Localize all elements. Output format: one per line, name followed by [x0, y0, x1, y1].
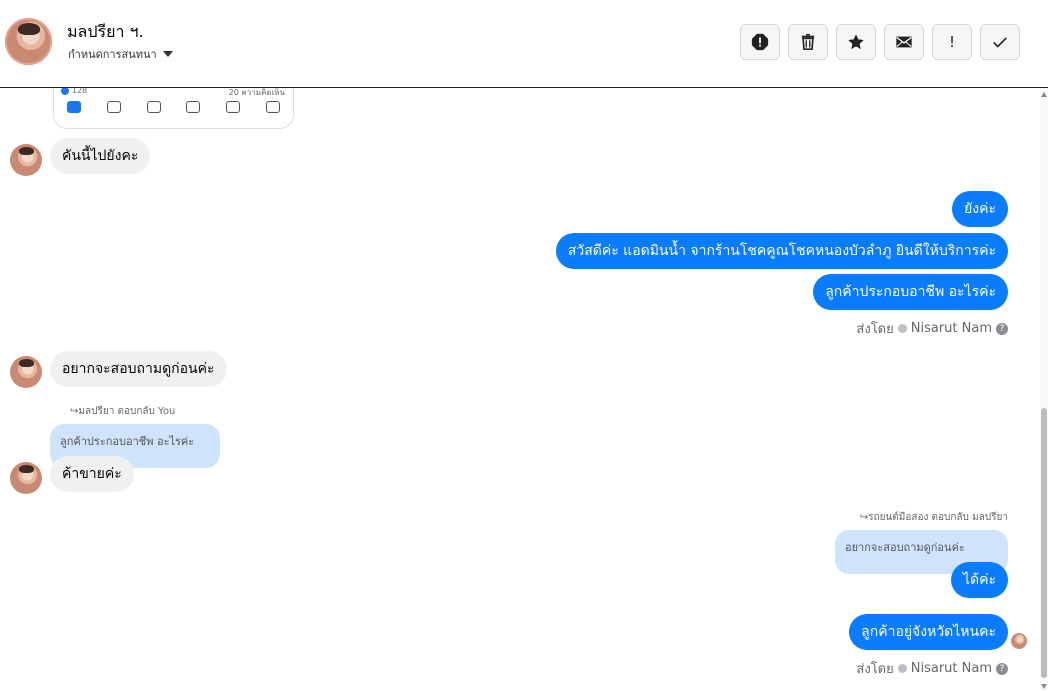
reply-note: ↪มลปรียา ตอบกลับ You [70, 406, 176, 417]
agent-name: Nisarut Nam [910, 661, 992, 676]
incoming-message[interactable]: คันนี้ไปยังคะ [50, 138, 151, 174]
bell-icon [226, 101, 241, 113]
scroll-up-arrow-icon[interactable] [1041, 92, 1047, 97]
help-icon[interactable]: ? [996, 322, 1008, 335]
like-icon [61, 88, 69, 95]
outgoing-message[interactable]: สวัสดีค่ะ แอดมินน้ำ จากร้านโชคคูณโชคหนอง… [555, 233, 1008, 269]
avatar [10, 144, 42, 176]
sent-by-text: ส่งโดย [856, 662, 894, 677]
agent-dot-icon [897, 664, 907, 673]
agent-dot-icon [897, 324, 907, 333]
reply-note-text: รถยนต์มือสอง ตอบกลับ มลปรียา [868, 512, 1008, 523]
avatar [10, 356, 42, 388]
schedule-label: กำหนดการสนทนา [68, 48, 157, 61]
incoming-message[interactable]: อยากจะสอบถามดูก่อนค่ะ [50, 351, 227, 387]
message-thread[interactable]: 128 20 ความคิดเห็น คันนี้ไปยังคะ ยังค่ะ … [0, 88, 1040, 691]
reply-note-text: มลปรียา ตอบกลับ You [78, 406, 176, 417]
exclamation-icon: ! [948, 33, 955, 51]
caret-down-icon [162, 51, 173, 57]
marketplace-icon [146, 101, 161, 113]
post-like-count: 128 [61, 88, 87, 95]
post-nav-bar [54, 101, 293, 113]
flag-button[interactable]: ! [932, 24, 972, 60]
conversation-header: มลปรียา ฯ. กำหนดการสนทนา ! [0, 0, 1048, 88]
incoming-message[interactable]: ค้าขายค่ะ [50, 456, 134, 492]
mark-done-button[interactable] [980, 24, 1020, 60]
scrollbar-thumb[interactable] [1041, 408, 1047, 678]
check-icon [993, 37, 1007, 48]
outgoing-message[interactable]: ลูกค้าประกอบอาชีพ อะไรค่ะ [813, 274, 1008, 310]
sent-by-text: ส่งโดย [856, 322, 894, 337]
like-count-label: 128 [72, 88, 88, 95]
trash-icon [801, 33, 815, 51]
mark-unread-button[interactable] [884, 24, 924, 60]
home-icon [66, 101, 81, 113]
post-comment-count: 20 ความคิดเห็น [228, 88, 285, 97]
outgoing-message[interactable]: ยังค่ะ [952, 191, 1008, 227]
star-button[interactable] [836, 24, 876, 60]
star-icon [848, 34, 864, 50]
contact-name[interactable]: มลปรียา ฯ. [67, 20, 144, 45]
help-icon[interactable]: ? [996, 662, 1008, 675]
scroll-down-arrow-icon[interactable] [1041, 684, 1047, 689]
shared-post-preview[interactable]: 128 20 ความคิดเห็น [53, 88, 294, 129]
seen-avatar [1011, 633, 1027, 649]
agent-name: Nisarut Nam [910, 321, 992, 336]
spam-icon [751, 33, 769, 51]
outgoing-message[interactable]: ลูกค้าอยู่จังหวัดไหนคะ [849, 614, 1008, 650]
reply-note: ↪รถยนต์มือสอง ตอบกลับ มลปรียา [859, 512, 1008, 523]
sent-by-label: ส่งโดย Nisarut Nam ? [856, 658, 1008, 679]
delete-button[interactable] [788, 24, 828, 60]
outgoing-message[interactable]: ได้ค่ะ [950, 562, 1008, 598]
video-icon [106, 101, 121, 113]
mail-icon [896, 36, 912, 48]
conversation-schedule-dropdown[interactable]: กำหนดการสนทนา [68, 45, 173, 63]
sent-by-label: ส่งโดย Nisarut Nam ? [856, 318, 1008, 339]
contact-avatar[interactable] [5, 18, 52, 65]
groups-icon [186, 101, 201, 113]
mark-spam-button[interactable] [740, 24, 780, 60]
menu-grid-icon [266, 101, 281, 113]
avatar [10, 462, 42, 494]
